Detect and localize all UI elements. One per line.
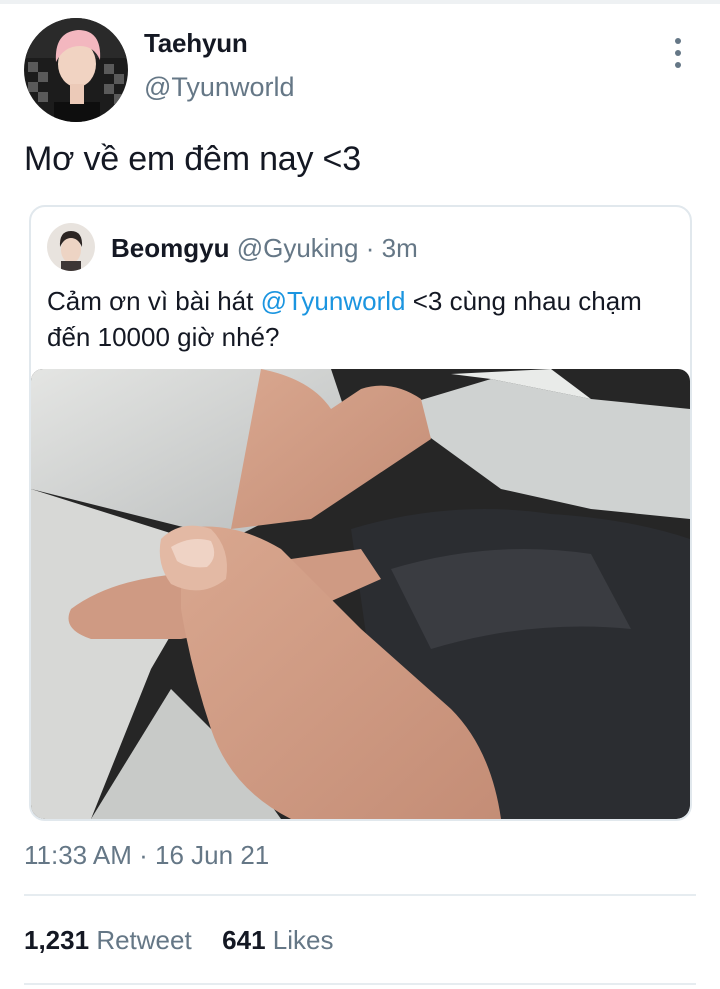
retweet-count[interactable]: 1,231 [24,925,89,955]
quoted-tweet-photo[interactable] [31,369,690,819]
quoted-author-handle[interactable]: @Gyuking [237,233,359,263]
divider-top [24,894,696,896]
divider-bottom [24,983,696,985]
likes-label[interactable]: Likes [273,925,334,955]
quoted-tweet-age: 3m [381,233,418,263]
author-avatar[interactable] [24,18,128,122]
mention-link[interactable]: @Tyunworld [261,286,406,316]
tweet-text: Mơ về em đêm nay <3 [24,140,361,178]
meta-separator: · [365,233,382,263]
top-separator [0,0,720,4]
tweet-timestamp[interactable]: 11:33 AM · 16 Jun 21 [24,840,269,871]
author-name[interactable]: Taehyun [144,28,248,59]
retweet-label[interactable]: Retweet [96,925,191,955]
author-handle[interactable]: @Tyunworld [144,72,294,103]
quoted-tweet-header: Beomgyu @Gyuking · 3m [111,233,418,264]
tweet-author-header: Taehyun @Tyunworld [24,18,696,122]
more-vertical-icon[interactable] [668,38,688,68]
quoted-author-name[interactable]: Beomgyu [111,233,229,263]
quoted-tweet-card[interactable]: Beomgyu @Gyuking · 3m Cảm ơn vì bài hát … [29,205,692,821]
likes-count[interactable]: 641 [222,925,265,955]
quoted-author-avatar[interactable] [47,223,95,271]
quoted-tweet-text: Cảm ơn vì bài hát @Tyunworld <3 cùng nha… [47,283,667,355]
quoted-text-before: Cảm ơn vì bài hát [47,286,261,316]
engagement-stats: 1,231 Retweet 641 Likes [24,925,334,956]
